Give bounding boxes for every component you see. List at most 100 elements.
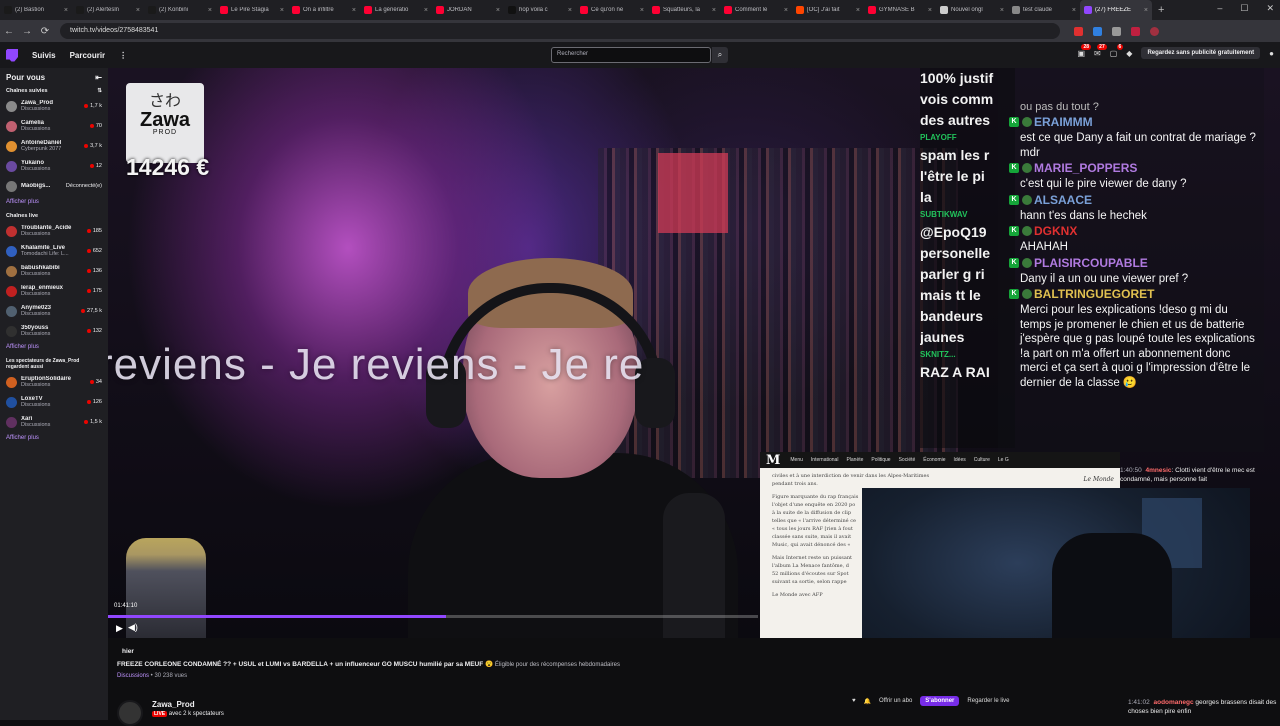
reload-button[interactable]: ⟳ [36,26,54,37]
browser-tab[interactable]: Le Pire Stagia × [216,0,288,20]
new-tab-button[interactable]: + [1152,4,1170,16]
browser-tab[interactable]: GYMNASE B × [864,0,936,20]
url-field[interactable]: twitch.tv/videos/2758483541 [60,23,1060,39]
sidebar-channel[interactable]: Maobigs... Déconnecté(e) [0,176,108,196]
sidebar-channel[interactable]: babushkabibi Discussions 136 [0,261,108,281]
tab-close-icon[interactable]: × [352,7,356,14]
tab-close-icon[interactable]: × [856,7,860,14]
inbox-icon[interactable]: ✉ 27 [1094,43,1107,58]
extension-icon[interactable] [1093,26,1102,36]
search-input[interactable]: Rechercher [551,47,711,63]
channel-info: Zawa_Prod Discussions [21,100,80,112]
sidebar-channel[interactable]: EruptionSolidaire Discussions 34 [0,372,108,392]
browse-link[interactable]: Parcourir [70,51,106,60]
tab-close-icon[interactable]: × [424,7,428,14]
article-nav-item: Culture [973,457,990,463]
live-badge: LIVE [152,711,168,717]
tab-close-icon[interactable]: × [64,7,68,14]
tab-close-icon[interactable]: × [712,7,716,14]
tab-close-icon[interactable]: × [784,7,788,14]
tab-close-icon[interactable]: × [928,7,932,14]
sidebar-channel[interactable]: AntoineDaniel Cyberpunk 2077 3,7 k [0,136,108,156]
tab-close-icon[interactable]: × [1000,7,1004,14]
watch-live-button[interactable]: Regarder le live [967,698,1009,704]
profile-icon[interactable] [1150,26,1159,36]
show-more-followed[interactable]: Afficher plus [0,196,108,209]
streamer-avatar[interactable] [117,700,143,726]
browser-tab[interactable]: La génératio × [360,0,432,20]
tab-close-icon[interactable]: × [136,7,140,14]
gift-sub-button[interactable]: Offrir un abo [879,698,912,704]
sidebar-channel[interactable]: Zawa_Prod Discussions 1,7 k [0,96,108,116]
following-link[interactable]: Suivis [32,51,56,60]
search-icon[interactable]: ⌕ [712,47,728,63]
sidebar-channel[interactable]: Camelia Discussions 70 [0,116,108,136]
category-link[interactable]: Discussions [117,673,149,679]
overlay-chat-text: Merci pour les explications !deso g mi d… [1020,304,1255,389]
browser-tab[interactable]: test claude × [1008,0,1080,20]
follow-heart-icon[interactable]: ♥ [852,698,856,704]
user-avatar[interactable]: ● [1269,49,1274,58]
stream-overlay-chat: ou pas du tout ? K ERAIMMM est ce que Dany… [998,68,1264,452]
browser-tab[interactable]: [OC] J'ai fait × [792,0,864,20]
prime-ad-free-button[interactable]: Regardez sans publicité gratuitement [1141,47,1261,59]
extension-icon[interactable] [1131,26,1140,36]
subscribe-button[interactable]: S'abonner [920,696,960,706]
forward-button[interactable]: → [18,26,36,37]
collapse-sidebar-icon[interactable]: ⇤ [95,73,102,82]
browser-tab[interactable]: (27) FREEZE × [1080,0,1152,20]
play-icon[interactable]: ▶ [116,623,123,634]
browser-tab[interactable]: Nouvel ongl × [936,0,1008,20]
minimize-button[interactable]: – [1217,3,1222,14]
browser-tab[interactable]: hop voila c × [504,0,576,20]
seek-bar[interactable] [108,615,758,618]
tab-favicon-icon [292,6,300,14]
browser-tab[interactable]: (2) Konbini × [144,0,216,20]
tab-close-icon[interactable]: × [640,7,644,14]
sidebar-channel[interactable]: Yukaino Discussions 12 [0,156,108,176]
tab-close-icon[interactable]: × [496,7,500,14]
sidebar-channel[interactable]: 350youss Discussions 132 [0,321,108,341]
tab-close-icon[interactable]: × [1072,7,1076,14]
sidebar-channel[interactable]: Khalamite_Live Tomodachi Life: L... 652 [0,241,108,261]
close-window-button[interactable]: ✕ [1266,3,1274,14]
sidebar-channel[interactable]: lerap_enmieux Discussions 175 [0,281,108,301]
show-more-also[interactable]: Afficher plus [0,432,108,445]
back-button[interactable]: ← [0,26,18,37]
browser-tab[interactable]: Comment le × [720,0,792,20]
tab-close-icon[interactable]: × [1144,7,1148,14]
browser-tab[interactable]: (2) Bastion × [0,0,72,20]
browser-tab[interactable]: On a infiltré × [288,0,360,20]
more-menu-icon[interactable]: ⋮ [119,51,127,60]
tab-close-icon[interactable]: × [568,7,572,14]
browser-tab[interactable]: Squatteurs, la × [648,0,720,20]
browser-tab[interactable]: (2) Alertesln × [72,0,144,20]
sidebar-channel[interactable]: Xari Discussions 1,5 k [0,412,108,432]
sidebar-channel[interactable]: Troublante_Acide Discussions 185 [0,221,108,241]
volume-icon[interactable]: ◀) [128,622,138,633]
sidebar-channel[interactable]: LoxeTV Discussions 126 [0,392,108,412]
video-player[interactable]: さわ Zawa PROD 14246 € 100% justif vois com… [108,68,1280,638]
tab-close-icon[interactable]: × [208,7,212,14]
sort-icon[interactable]: ⇅ [97,88,102,94]
bits-icon[interactable]: ◆ [1126,49,1132,58]
extension-icon[interactable] [1074,26,1083,36]
browser-tab[interactable]: JORDAN × [432,0,504,20]
maximize-button[interactable]: ☐ [1240,3,1248,14]
extension-icon[interactable] [1112,26,1121,36]
show-more-live[interactable]: Afficher plus [0,341,108,354]
also-watching-list: EruptionSolidaire Discussions 34 LoxeTV Disc… [0,372,108,432]
streamer-name[interactable]: Zawa_Prod [152,700,195,709]
notification-bell-icon[interactable]: 🔔 [864,698,871,705]
channel-avatar [6,180,17,192]
twitch-logo-icon[interactable] [6,48,18,62]
browser-tab[interactable]: Ce qu'on ne × [576,0,648,20]
viewer-count: 652 [92,248,102,254]
sidebar-header: Pour vous ⇤ [0,68,108,84]
channel-info: EruptionSolidaire Discussions [21,376,86,388]
whispers-icon[interactable]: ▢ 6 [1110,43,1124,58]
tab-close-icon[interactable]: × [280,7,284,14]
sidebar-channel[interactable]: Anyme023 Discussions 27,5 k [0,301,108,321]
channel-info: Camelia Discussions [21,120,86,132]
notifications-icon[interactable]: ▣ 28 [1077,43,1092,58]
